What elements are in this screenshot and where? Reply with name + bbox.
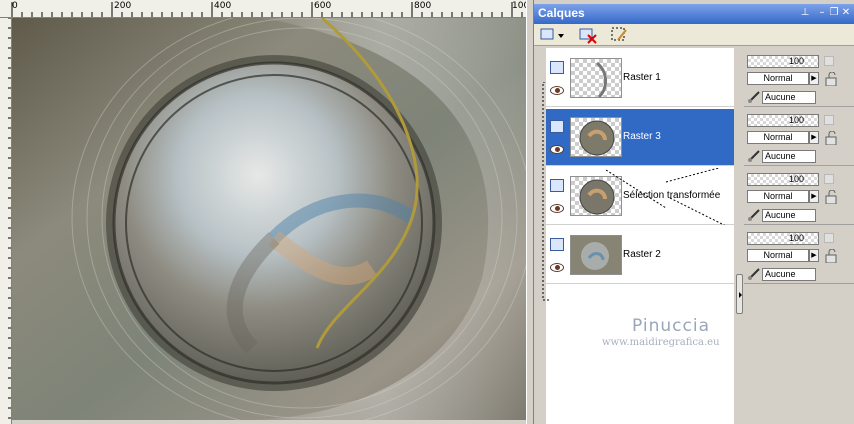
mask-field[interactable]: Aucune bbox=[762, 150, 816, 163]
lock-icon[interactable] bbox=[824, 131, 838, 145]
opacity-field[interactable]: 100 bbox=[747, 55, 819, 68]
raster-layer-icon[interactable] bbox=[550, 238, 564, 251]
layer-properties: 100 Normal ▶ Aucune 100 Normal ▶ Aucune … bbox=[744, 48, 854, 424]
layer-props-raster-1: 100 Normal ▶ Aucune bbox=[744, 50, 854, 107]
edit-selection-button[interactable] bbox=[610, 26, 630, 44]
watermark-url: www.maidiregrafica.eu bbox=[602, 337, 720, 348]
opacity-field[interactable]: 100 bbox=[747, 232, 819, 245]
ruler-label: 0 bbox=[12, 1, 18, 11]
layer-row-raster-3[interactable]: Raster 3 bbox=[546, 109, 736, 166]
layer-row-selection-transformed[interactable]: Sélection transformée bbox=[546, 168, 736, 225]
visibility-eye-icon[interactable] bbox=[550, 263, 564, 272]
blend-mode-select[interactable]: Normal bbox=[747, 72, 809, 85]
mask-brush-icon[interactable] bbox=[747, 90, 761, 104]
pin-icon[interactable]: ⊥ bbox=[799, 7, 811, 19]
blend-dropdown-arrow-icon[interactable]: ▶ bbox=[809, 72, 819, 85]
blend-dropdown-arrow-icon[interactable]: ▶ bbox=[809, 190, 819, 203]
visibility-eye-icon[interactable] bbox=[550, 204, 564, 213]
layer-name: Raster 3 bbox=[623, 131, 661, 142]
splitter-handle[interactable] bbox=[736, 274, 743, 314]
layer-thumbnail bbox=[570, 235, 622, 275]
top-ruler: 0 200 400 600 800 100 bbox=[0, 0, 530, 18]
minimize-icon[interactable]: – bbox=[816, 7, 828, 19]
mask-field[interactable]: Aucune bbox=[762, 91, 816, 104]
psp-workspace: 0 200 400 600 800 100 Calques ⊥ – ❐ ✕ Ra… bbox=[0, 0, 854, 424]
opacity-icon bbox=[824, 174, 834, 184]
raster-layer-icon[interactable] bbox=[550, 120, 564, 133]
palette-title: Calques bbox=[538, 6, 585, 20]
mask-brush-icon[interactable] bbox=[747, 149, 761, 163]
watermark-name: Pinuccia bbox=[632, 316, 710, 336]
layer-row-raster-2[interactable]: Raster 2 bbox=[546, 227, 736, 284]
delete-layer-button[interactable] bbox=[578, 26, 598, 44]
image-canvas[interactable] bbox=[12, 18, 526, 420]
lock-icon[interactable] bbox=[824, 190, 838, 204]
blend-mode-select[interactable]: Normal bbox=[747, 131, 809, 144]
palette-toolbar bbox=[534, 24, 854, 46]
layer-thumbnail bbox=[570, 117, 622, 157]
new-layer-button[interactable] bbox=[538, 26, 566, 44]
ruler-ticks bbox=[11, 2, 523, 17]
raster-layer-icon[interactable] bbox=[550, 179, 564, 192]
opacity-icon bbox=[824, 56, 834, 66]
blend-mode-select[interactable]: Normal bbox=[747, 190, 809, 203]
layer-list: Raster 1 Raster 3 Sélection transformée bbox=[542, 48, 736, 424]
ruler-label: 400 bbox=[214, 1, 232, 11]
layer-props-selection-transformed: 100 Normal ▶ Aucune bbox=[744, 168, 854, 225]
visibility-eye-icon[interactable] bbox=[550, 145, 564, 154]
ruler-label: 200 bbox=[114, 1, 132, 11]
close-icon[interactable]: ✕ bbox=[840, 7, 852, 19]
blend-dropdown-arrow-icon[interactable]: ▶ bbox=[809, 249, 819, 262]
lock-icon[interactable] bbox=[824, 249, 838, 263]
opacity-field[interactable]: 100 bbox=[747, 114, 819, 127]
transform-guides bbox=[606, 168, 726, 225]
layer-row-raster-1[interactable]: Raster 1 bbox=[546, 50, 736, 107]
canvas-palette-splitter[interactable] bbox=[526, 0, 534, 424]
left-ruler bbox=[0, 18, 12, 424]
layer-thumbnail bbox=[570, 58, 622, 98]
restore-icon[interactable]: ❐ bbox=[828, 7, 840, 19]
mask-field[interactable]: Aucune bbox=[762, 209, 816, 222]
opacity-icon bbox=[824, 233, 834, 243]
layers-palette: Calques ⊥ – ❐ ✕ Raster 1 Raster 3 Sélect… bbox=[534, 0, 854, 424]
opacity-icon bbox=[824, 115, 834, 125]
opacity-field[interactable]: 100 bbox=[747, 173, 819, 186]
blend-dropdown-arrow-icon[interactable]: ▶ bbox=[809, 131, 819, 144]
mask-brush-icon[interactable] bbox=[747, 267, 761, 281]
raster-layer-icon[interactable] bbox=[550, 61, 564, 74]
ruler-label: 600 bbox=[314, 1, 332, 11]
lock-icon[interactable] bbox=[824, 72, 838, 86]
layer-props-raster-3: 100 Normal ▶ Aucune bbox=[744, 109, 854, 166]
ruler-label: 800 bbox=[414, 1, 432, 11]
list-properties-splitter[interactable] bbox=[734, 48, 744, 424]
blend-mode-select[interactable]: Normal bbox=[747, 249, 809, 262]
layer-name: Raster 1 bbox=[623, 72, 661, 83]
layer-name: Raster 2 bbox=[623, 249, 661, 260]
layer-props-raster-2: 100 Normal ▶ Aucune bbox=[744, 227, 854, 284]
mask-brush-icon[interactable] bbox=[747, 208, 761, 222]
palette-title-bar[interactable]: Calques ⊥ – ❐ ✕ bbox=[534, 4, 854, 24]
mask-field[interactable]: Aucune bbox=[762, 268, 816, 281]
visibility-eye-icon[interactable] bbox=[550, 86, 564, 95]
